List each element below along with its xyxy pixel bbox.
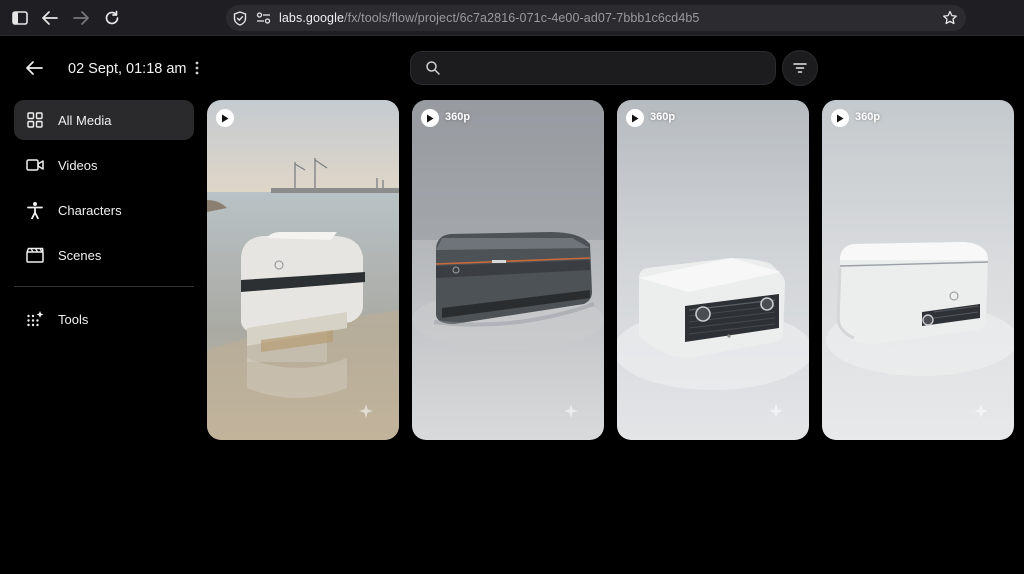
video-thumbnail — [822, 100, 1014, 440]
sparkle-grid-icon — [26, 310, 44, 328]
play-icon[interactable] — [421, 109, 439, 127]
media-card[interactable]: 360p — [822, 100, 1014, 440]
sidebar-item-scenes[interactable]: Scenes — [14, 235, 194, 275]
forward-arrow-icon[interactable] — [71, 8, 91, 28]
search-input[interactable] — [451, 52, 761, 84]
filter-icon — [793, 63, 807, 73]
shield-icon[interactable] — [232, 10, 248, 26]
sidebar-toggle-icon[interactable] — [10, 8, 30, 28]
filter-button[interactable] — [782, 50, 818, 86]
sidebar-item-label: Tools — [58, 311, 89, 327]
grid-icon — [26, 111, 44, 129]
person-icon — [26, 201, 44, 219]
sidebar-item-characters[interactable]: Characters — [14, 190, 194, 230]
back-arrow-icon[interactable] — [40, 8, 60, 28]
browser-toolbar: labs.google/fx/tools/flow/project/6c7a28… — [0, 0, 1024, 36]
media-card[interactable]: 360p — [617, 100, 809, 440]
address-bar[interactable]: labs.google/fx/tools/flow/project/6c7a28… — [226, 5, 966, 31]
resolution-badge: 360p — [650, 111, 676, 123]
sparkle-icon — [769, 404, 783, 418]
sparkle-icon — [359, 404, 373, 418]
sidebar-item-videos[interactable]: Videos — [14, 145, 194, 185]
video-icon — [26, 156, 44, 174]
resolution-badge: 360p — [855, 111, 881, 123]
sidebar-item-label: Scenes — [58, 247, 102, 263]
media-card[interactable]: 360p — [412, 100, 604, 440]
play-icon[interactable] — [626, 109, 644, 127]
sparkle-icon — [974, 404, 988, 418]
back-button[interactable] — [22, 56, 46, 80]
play-icon[interactable] — [216, 109, 234, 127]
back-arrow-icon — [26, 61, 43, 75]
url-text: labs.google/fx/tools/flow/project/6c7a28… — [279, 11, 700, 25]
clapperboard-icon — [26, 246, 44, 264]
sidebar-item-label: Videos — [58, 157, 98, 173]
site-settings-icon[interactable] — [255, 10, 271, 26]
resolution-badge: 360p — [445, 111, 471, 123]
project-title[interactable]: 02 Sept, 01:18 am — [68, 61, 187, 77]
search-bar[interactable] — [410, 51, 776, 85]
reload-icon[interactable] — [102, 8, 122, 28]
more-options-button[interactable] — [188, 58, 206, 78]
sparkle-icon — [564, 404, 578, 418]
search-icon — [425, 60, 441, 76]
video-thumbnail — [207, 100, 399, 440]
video-thumbnail — [617, 100, 809, 440]
url-path: /fx/tools/flow/project/6c7a2816-071c-4e0… — [344, 11, 700, 25]
sidebar-item-label: Characters — [58, 202, 122, 218]
sidebar-item-label: All Media — [58, 112, 112, 128]
video-thumbnail — [412, 100, 604, 440]
play-icon[interactable] — [831, 109, 849, 127]
sidebar-divider — [14, 286, 194, 287]
bookmark-star-icon[interactable] — [940, 8, 960, 28]
sidebar-item-all-media[interactable]: All Media — [14, 100, 194, 140]
url-host: labs.google — [279, 11, 345, 25]
sidebar-item-tools[interactable]: Tools — [14, 299, 194, 339]
more-vertical-icon — [195, 61, 199, 75]
media-card[interactable] — [207, 100, 399, 440]
